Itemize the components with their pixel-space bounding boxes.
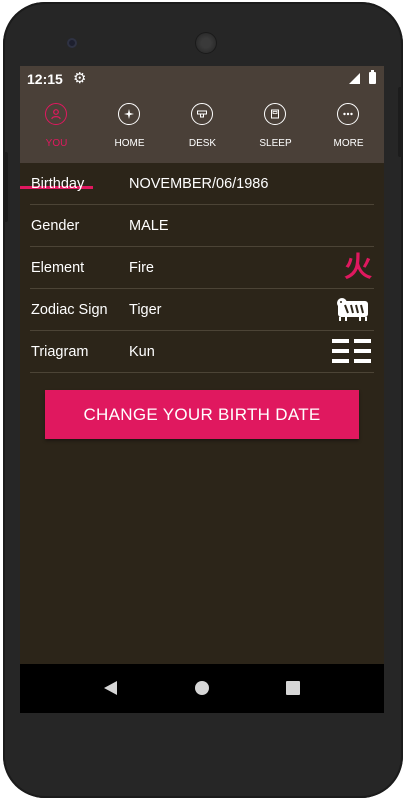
bed-icon [264, 103, 286, 125]
tab-more-label: MORE [333, 138, 364, 149]
person-icon [45, 103, 67, 125]
battery-icon [369, 70, 376, 84]
volume-button [3, 152, 8, 222]
element-label: Element [31, 260, 85, 276]
top-tab-bar: YOU HOME DESK SLEEP MORE [20, 92, 384, 189]
trigram-label: Triagram [31, 344, 89, 360]
status-bar: 12:15 ⚙ [20, 66, 384, 92]
earpiece-speaker [195, 32, 217, 54]
birthday-value: NOVEMBER/06/1986 [129, 176, 269, 192]
element-row: Element Fire 火 [30, 247, 374, 289]
signal-icon [349, 73, 360, 84]
tab-more[interactable]: MORE [312, 92, 384, 163]
element-value: Fire [129, 260, 154, 276]
kun-trigram-icon [332, 335, 372, 367]
zodiac-value: Tiger [129, 302, 162, 318]
desk-icon [191, 103, 213, 125]
recent-apps-icon[interactable] [286, 681, 300, 695]
back-icon[interactable] [104, 681, 117, 695]
settings-gear-icon: ⚙ [73, 70, 87, 87]
app-screen: 12:15 ⚙ YOU HOME DESK SLEEP MORE Birthda… [20, 66, 384, 713]
change-birth-date-button[interactable]: CHANGE YOUR BIRTH DATE [45, 390, 359, 439]
birthday-label: Birthday [31, 176, 85, 192]
compass-icon [118, 103, 140, 125]
trigram-row: Triagram Kun [30, 331, 374, 373]
tab-sleep-label: SLEEP [259, 138, 292, 149]
zodiac-label: Zodiac Sign [31, 302, 108, 318]
tab-you-label: YOU [45, 138, 68, 149]
tab-you[interactable]: YOU [20, 92, 93, 163]
tab-sleep[interactable]: SLEEP [239, 92, 312, 163]
zodiac-row: Zodiac Sign Tiger [30, 289, 374, 331]
fire-element-icon: 火 [343, 251, 372, 282]
home-icon[interactable] [195, 681, 209, 695]
front-camera [67, 38, 77, 48]
gender-row: Gender MALE [30, 205, 374, 247]
status-time: 12:15 [27, 71, 63, 87]
gender-value: MALE [129, 218, 169, 234]
tab-home[interactable]: HOME [93, 92, 166, 163]
tab-desk[interactable]: DESK [166, 92, 239, 163]
birthday-row: Birthday NOVEMBER/06/1986 [30, 163, 374, 205]
gender-label: Gender [31, 218, 80, 234]
tab-desk-label: DESK [188, 138, 217, 149]
android-nav-bar [20, 664, 384, 713]
tiger-icon [332, 293, 372, 325]
more-icon [337, 103, 359, 125]
tab-home-label: HOME [114, 138, 145, 149]
trigram-value: Kun [129, 344, 155, 360]
power-button [398, 87, 403, 157]
